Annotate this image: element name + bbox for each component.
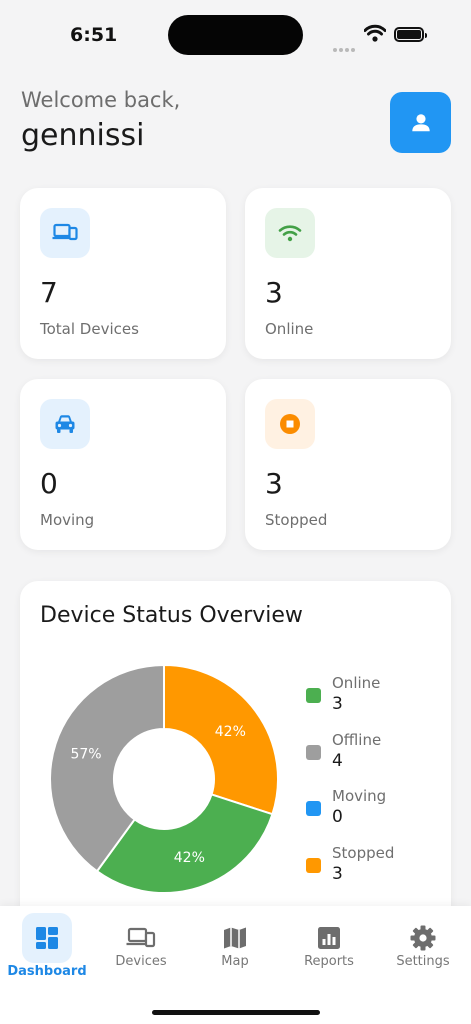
nav-dashboard[interactable]: Dashboard (0, 906, 94, 986)
legend-count: 4 (332, 750, 343, 771)
nav-label: Devices (115, 954, 167, 969)
battery-icon (394, 27, 427, 42)
stop-icon (280, 414, 300, 434)
nav-label: Settings (396, 954, 450, 969)
legend-label: Moving (332, 787, 387, 805)
device-status-card: Device Status Overview 42% 42% 57% Online 3… (20, 581, 451, 941)
nav-map[interactable]: Map (188, 906, 282, 986)
stat-label: Online (265, 320, 314, 338)
nav-label: Reports (304, 954, 354, 969)
device-status-donut-chart: 42% 42% 57% (49, 663, 279, 894)
home-indicator (152, 1010, 320, 1015)
nav-icon-wrap (22, 913, 72, 963)
stat-value: 3 (265, 276, 283, 309)
status-time: 6:51 (70, 24, 118, 46)
legend-count: 3 (332, 694, 343, 714)
donut-slice-label: 57% (70, 747, 101, 763)
legend-label: Online (332, 674, 381, 692)
devices-icon (52, 223, 78, 241)
map-icon (224, 927, 246, 949)
stat-icon-bg (265, 399, 315, 449)
legend-label: Stopped (332, 843, 395, 862)
donut-slice-label: 42% (174, 850, 205, 866)
dashboard-icon (36, 927, 58, 949)
legend-swatch (306, 801, 321, 816)
stat-icon-bg (40, 208, 90, 258)
legend-item-stopped: Stopped 3 (306, 843, 394, 900)
cellular-signal-icon (333, 37, 357, 56)
username: gennissi (21, 118, 145, 153)
donut-slice-label: 42% (215, 724, 246, 740)
bottom-nav: Dashboard Devices Map Reports Settings (0, 906, 471, 1024)
legend-item-moving: Moving 0 (306, 786, 394, 843)
nav-settings[interactable]: Settings (376, 906, 470, 986)
nav-reports[interactable]: Reports (282, 906, 376, 986)
stat-value: 3 (265, 467, 283, 500)
person-icon (411, 113, 430, 131)
legend-item-online: Online 3 (306, 673, 394, 730)
profile-button[interactable] (390, 92, 451, 153)
stat-card-online[interactable]: 3 Online (245, 188, 451, 359)
nav-devices[interactable]: Devices (94, 906, 188, 986)
stat-card-stopped[interactable]: 3 Stopped (245, 379, 451, 550)
welcome-text: Welcome back, (21, 88, 181, 112)
stat-value: 7 (40, 276, 58, 309)
wifi-status-icon (364, 24, 386, 42)
stat-card-total-devices[interactable]: 7 Total Devices (20, 188, 226, 359)
legend-count: 3 (332, 863, 343, 884)
status-bar: 6:51 (0, 0, 471, 70)
stat-label: Total Devices (40, 320, 139, 338)
stat-icon-bg (40, 399, 90, 449)
reports-icon (318, 927, 340, 949)
dynamic-island (168, 15, 303, 55)
nav-label: Dashboard (7, 964, 87, 979)
nav-label: Map (221, 954, 249, 969)
car-icon (55, 415, 75, 433)
stat-label: Stopped (265, 511, 328, 529)
devices-icon (126, 927, 156, 948)
legend-swatch (306, 688, 321, 703)
legend-label: Offline (332, 730, 382, 749)
legend-swatch (306, 744, 321, 760)
legend-item-offline: Offline 4 (306, 730, 394, 787)
legend-count: 0 (332, 807, 343, 827)
chart-legend: Online 3 Offline 4 Moving 0 Stopped 3 (306, 673, 394, 899)
wifi-icon (278, 225, 302, 242)
legend-swatch (306, 857, 321, 873)
stat-label: Moving (40, 511, 95, 529)
stat-card-moving[interactable]: 0 Moving (20, 379, 226, 550)
stat-icon-bg (265, 208, 315, 258)
stat-value: 0 (40, 467, 58, 500)
settings-icon (410, 925, 436, 951)
